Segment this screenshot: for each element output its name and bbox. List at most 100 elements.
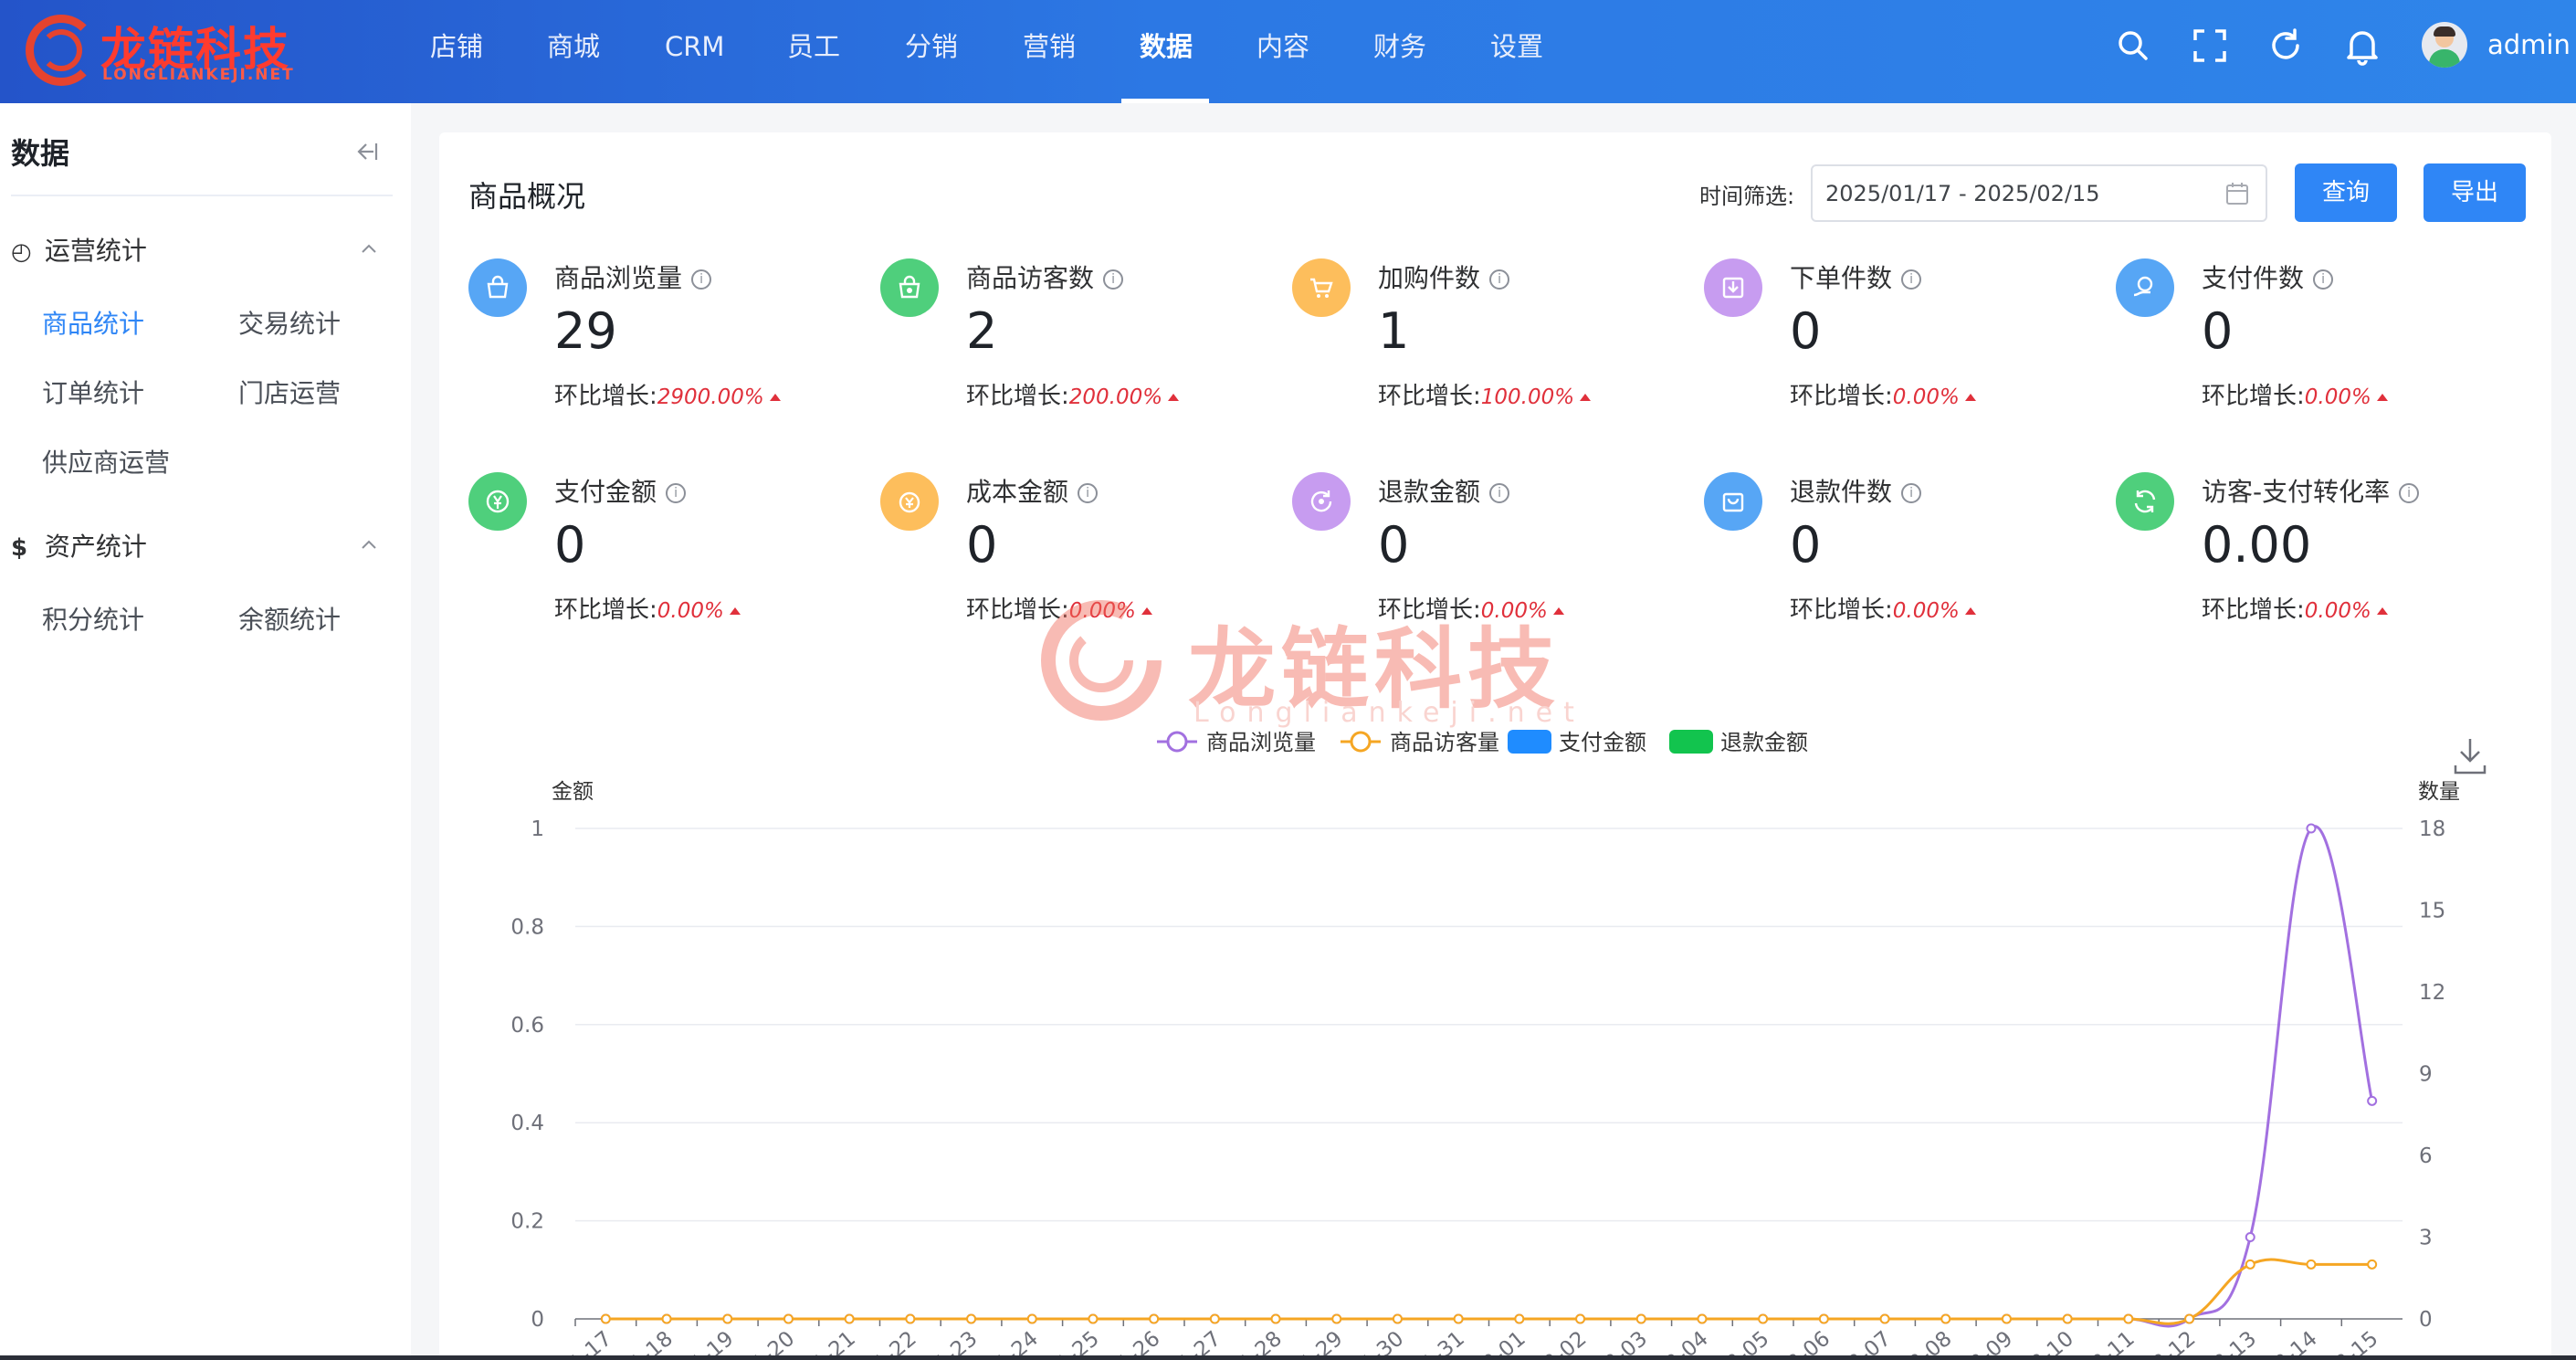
- y-right-tick-label: 3: [2419, 1227, 2433, 1250]
- legend-views-label: 商品浏览量: [1206, 730, 1316, 755]
- bell-icon[interactable]: [2342, 26, 2382, 66]
- legend-visitors-marker: [1350, 731, 1372, 753]
- sidebar-divider: [11, 195, 393, 196]
- y-right-tick-label: 6: [2419, 1144, 2433, 1168]
- sidebar-item-trade-stats[interactable]: 交易统计: [238, 304, 341, 341]
- nav-item-content[interactable]: 内容: [1256, 0, 1309, 103]
- y-left-tick-label: 0: [531, 1308, 544, 1332]
- visitors-line-point: [1575, 1313, 1586, 1324]
- product-overview-panel: 商品概况 时间筛选: 查询 导出 商品浏览量i29环比增长:2900.00%商品…: [439, 132, 2551, 1360]
- collapse-sidebar-icon[interactable]: [351, 136, 382, 167]
- views-line: [605, 825, 2374, 1328]
- visitors-line-point: [2001, 1313, 2012, 1324]
- visitors-line-point: [1879, 1313, 1890, 1324]
- sidebar-group-operations[interactable]: ◴ 运营统计: [11, 231, 147, 268]
- refresh-icon[interactable]: [2266, 26, 2306, 66]
- visitors-line-point: [661, 1313, 672, 1324]
- fullscreen-icon[interactable]: [2190, 26, 2230, 66]
- visitors-line-point: [1392, 1313, 1403, 1324]
- sidebar-item-supplier-ops[interactable]: 供应商运营: [42, 443, 170, 480]
- visitors-line-point: [2123, 1313, 2134, 1324]
- visitors-line-point: [905, 1313, 916, 1324]
- nav-item-shop[interactable]: 店铺: [430, 0, 483, 103]
- legend-refund-amount-swatch: [1669, 730, 1713, 754]
- visitors-line-point: [1697, 1313, 1708, 1324]
- visitors-line-point: [2062, 1313, 2073, 1324]
- sidebar-item-balance-stats[interactable]: 余额统计: [238, 600, 341, 637]
- visitors-line-point: [1026, 1313, 1037, 1324]
- sidebar-item-store-ops[interactable]: 门店运营: [238, 374, 341, 410]
- nav-item-crm[interactable]: CRM: [665, 0, 724, 103]
- sidebar-item-order-stats[interactable]: 订单统计: [42, 374, 144, 410]
- visitors-line-point: [1635, 1313, 1646, 1324]
- legend-views-marker: [1166, 731, 1188, 753]
- y-left-axis-name: 金额: [552, 780, 594, 804]
- visitors-line-point: [1088, 1313, 1099, 1324]
- visitors-line-point: [1453, 1313, 1464, 1324]
- visitors-line-point: [844, 1313, 855, 1324]
- y-right-tick-label: 15: [2419, 900, 2445, 923]
- visitors-line-point: [600, 1313, 611, 1324]
- visitors-line-point: [1331, 1313, 1342, 1324]
- legend-paid-amount-swatch: [1508, 730, 1551, 754]
- visitors-line-point: [2245, 1259, 2255, 1270]
- visitors-line-point: [783, 1313, 794, 1324]
- y-right-tick-label: 0: [2419, 1308, 2433, 1332]
- y-left-tick-label: 1: [531, 817, 544, 841]
- y-left-tick-label: 0.8: [510, 915, 544, 939]
- legend-paid-amount-label: 支付金额: [1559, 730, 1646, 755]
- visitors-line-point: [1940, 1313, 1951, 1324]
- taskbar-strip: [0, 1355, 2576, 1360]
- y-right-tick-label: 18: [2419, 817, 2445, 841]
- visitors-line-point: [1758, 1313, 1769, 1324]
- legend-visitors-label: 商品访客量: [1390, 730, 1499, 755]
- avatar[interactable]: [2422, 22, 2467, 68]
- y-right-tick-label: 9: [2419, 1063, 2433, 1087]
- visitors-line-point: [1818, 1313, 1829, 1324]
- username[interactable]: admin: [2487, 29, 2571, 60]
- sidebar-group-assets[interactable]: $ 资产统计: [11, 527, 147, 564]
- views-line-point: [2245, 1232, 2255, 1242]
- sidebar-item-product-stats[interactable]: 商品统计: [42, 304, 144, 341]
- sidebar: 数据 ◴ 运营统计 商品统计 交易统计 订单统计 门店运营 供应商运营 $ 资产…: [0, 103, 411, 1360]
- download-chart-icon[interactable]: [2454, 739, 2487, 775]
- nav-item-finance[interactable]: 财务: [1373, 0, 1426, 103]
- visitors-line: [605, 1258, 2372, 1325]
- visitors-line-point: [2184, 1313, 2195, 1324]
- chevron-up-icon[interactable]: [358, 238, 380, 260]
- visitors-line-point: [722, 1313, 733, 1324]
- dragon-logo-inner-icon: [40, 29, 82, 71]
- visitors-line-point: [2367, 1259, 2378, 1270]
- search-icon[interactable]: [2113, 26, 2153, 66]
- brand-logo[interactable]: 龙链科技 LONGLIANKEJI.NET: [26, 11, 300, 93]
- nav-active-indicator: [1121, 99, 1209, 103]
- product-trend-chart: 00.20.40.60.810369121518金额 数量1-17 1-18 1-19…: [510, 730, 2487, 1360]
- nav-item-marketing[interactable]: 营销: [1023, 0, 1076, 103]
- nav-item-settings[interactable]: 设置: [1490, 0, 1543, 103]
- dollar-icon: $: [11, 534, 28, 562]
- visitors-line-point: [966, 1313, 977, 1324]
- sidebar-group-label: 运营统计: [44, 236, 147, 266]
- visitors-line-point: [1209, 1313, 1220, 1324]
- nav-item-mall[interactable]: 商城: [547, 0, 600, 103]
- y-right-axis-name: 数量: [2418, 780, 2460, 804]
- nav-item-data[interactable]: 数据: [1140, 0, 1193, 103]
- y-left-tick-label: 0.6: [510, 1014, 544, 1038]
- visitors-line-point: [1149, 1313, 1160, 1324]
- visitors-line-point: [1270, 1313, 1281, 1324]
- views-line-point: [2306, 823, 2317, 834]
- legend-refund-amount-label: 退款金额: [1720, 730, 1808, 755]
- logo-subtext: LONGLIANKEJI.NET: [102, 66, 295, 84]
- y-left-tick-label: 0.4: [510, 1112, 544, 1135]
- visitors-line-point: [1514, 1313, 1525, 1324]
- sidebar-item-points-stats[interactable]: 积分统计: [42, 600, 144, 637]
- visitors-line-point: [2306, 1259, 2317, 1270]
- clock-icon: ◴: [11, 238, 32, 266]
- y-right-tick-label: 12: [2419, 981, 2445, 1005]
- y-left-tick-label: 0.2: [510, 1210, 544, 1234]
- nav-item-distribution[interactable]: 分销: [905, 0, 958, 103]
- chevron-up-icon[interactable]: [358, 534, 380, 556]
- nav-item-staff[interactable]: 员工: [787, 0, 840, 103]
- views-line-point: [2367, 1095, 2378, 1106]
- top-bar: 龙链科技 LONGLIANKEJI.NET 店铺 商城 CRM 员工 分销 营销…: [0, 0, 2576, 103]
